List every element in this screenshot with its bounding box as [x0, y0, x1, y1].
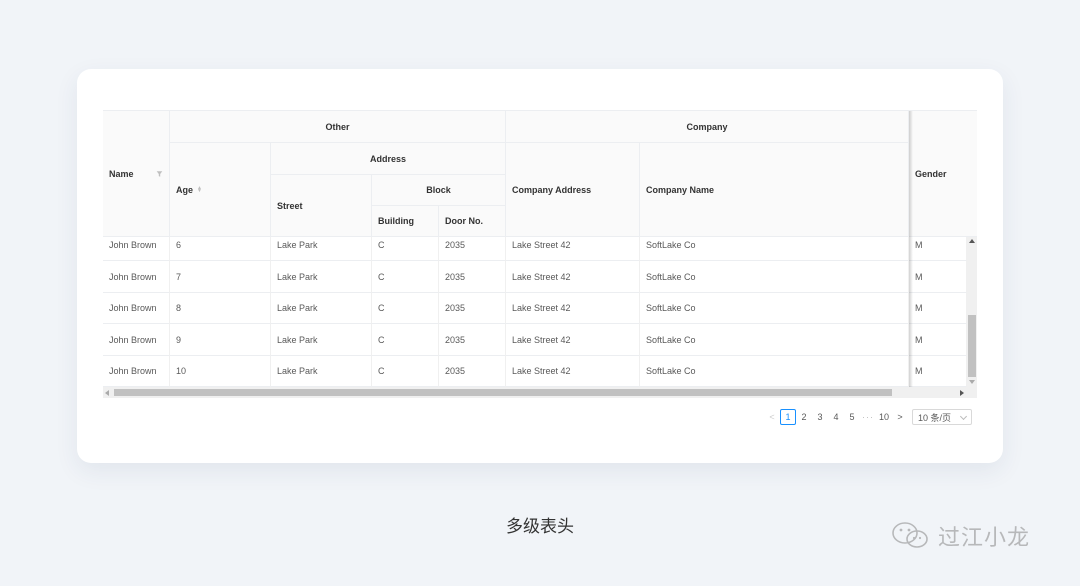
cell-age: 9	[170, 324, 271, 356]
header-street-label: Street	[277, 200, 303, 211]
header-company-address: Company Address	[506, 143, 640, 237]
header-company-label: Company	[686, 121, 728, 132]
cell-street: Lake Park	[271, 261, 372, 293]
cell-age: 8	[170, 293, 271, 324]
cell-building: C	[372, 261, 439, 293]
cell-name: John Brown	[103, 261, 170, 293]
cell-door-no: 2035	[439, 261, 506, 293]
cell-company-name: SoftLake Co	[640, 356, 909, 387]
cell-company-address: Lake Street 42	[506, 324, 640, 356]
header-block-label: Block	[426, 185, 451, 195]
scroll-down-icon[interactable]	[969, 380, 975, 384]
cell-door-no: 2035	[439, 293, 506, 324]
wechat-icon	[892, 522, 928, 548]
chevron-down-icon	[959, 412, 968, 421]
cell-door-no: 2035	[439, 237, 506, 261]
cell-company-address: Lake Street 42	[506, 261, 640, 293]
cell-building: C	[372, 293, 439, 324]
cell-street: Lake Park	[271, 237, 372, 261]
header-company-name: Company Name	[640, 143, 909, 237]
page-size-select[interactable]: 10 条/页	[912, 409, 972, 425]
page-4-button[interactable]: 4	[828, 409, 844, 425]
cell-street: Lake Park	[271, 356, 372, 387]
header-name-label: Name	[109, 168, 134, 179]
horizontal-scroll-thumb[interactable]	[114, 389, 892, 396]
cell-name: John Brown	[103, 356, 170, 387]
page-last-button[interactable]: 10	[876, 409, 892, 425]
page-5-button[interactable]: 5	[844, 409, 860, 425]
header-building-label: Building	[378, 216, 414, 226]
header-company-address-label: Company Address	[512, 184, 592, 195]
header-street: Street	[271, 175, 372, 237]
header-building: Building	[372, 206, 439, 237]
header-address-label: Address	[369, 153, 406, 164]
cell-building: C	[372, 356, 439, 387]
header-address: Address	[271, 143, 506, 175]
header-other-label: Other	[325, 121, 350, 132]
cell-age: 7	[170, 261, 271, 293]
page-1-button[interactable]: 1	[780, 409, 796, 425]
header-block: Block	[372, 175, 506, 206]
header-name[interactable]: Name	[103, 111, 170, 237]
cell-name: John Brown	[103, 237, 170, 261]
horizontal-scrollbar[interactable]	[103, 387, 977, 398]
page-3-button[interactable]: 3	[812, 409, 828, 425]
cell-door-no: 2035	[439, 356, 506, 387]
cell-door-no: 2035	[439, 324, 506, 356]
cell-company-name: SoftLake Co	[640, 293, 909, 324]
header-door-no-label: Door No.	[445, 216, 483, 226]
cell-company-name: SoftLake Co	[640, 324, 909, 356]
cell-company-address: Lake Street 42	[506, 237, 640, 261]
cell-company-name: SoftLake Co	[640, 237, 909, 261]
watermark-text: 过江小龙	[938, 526, 1031, 551]
fixed-column-shadow	[909, 111, 913, 387]
header-other: Other	[170, 111, 506, 143]
cell-gender: M	[909, 293, 967, 324]
scroll-up-icon[interactable]	[969, 239, 975, 243]
cell-gender: M	[909, 237, 967, 261]
header-age[interactable]: Age ▲ ▼	[170, 143, 271, 237]
cell-gender: M	[909, 324, 967, 356]
cell-company-address: Lake Street 42	[506, 356, 640, 387]
pagination: < 1 2 3 4 5 ··· 10 > 10 条/页	[764, 409, 972, 425]
scroll-right-icon[interactable]	[960, 390, 964, 396]
cell-building: C	[372, 324, 439, 356]
header-gender: Gender	[909, 111, 977, 237]
page-size-value: 10 条/页	[918, 412, 952, 423]
header-company: Company	[506, 111, 909, 143]
header-company-name-label: Company Name	[646, 184, 715, 195]
cell-name: John Brown	[103, 324, 170, 356]
cell-age: 6	[170, 237, 271, 261]
cell-name: John Brown	[103, 293, 170, 324]
prev-page-button[interactable]: <	[764, 409, 780, 425]
cell-gender: M	[909, 261, 967, 293]
cell-street: Lake Park	[271, 293, 372, 324]
filter-icon[interactable]	[156, 170, 163, 177]
cell-building: C	[372, 237, 439, 261]
jump-next-ellipsis[interactable]: ···	[860, 409, 876, 425]
page-2-button[interactable]: 2	[796, 409, 812, 425]
cell-street: Lake Park	[271, 324, 372, 356]
watermark: 过江小龙	[890, 520, 1030, 552]
cell-company-name: SoftLake Co	[640, 261, 909, 293]
header-gender-label: Gender	[915, 168, 947, 179]
cell-company-address: Lake Street 42	[506, 293, 640, 324]
multi-level-header-table: Name Other Age ▲ ▼ Address Street Block B…	[103, 110, 977, 398]
vertical-scroll-thumb[interactable]	[968, 315, 976, 377]
header-door-no: Door No.	[439, 206, 506, 237]
vertical-scrollbar[interactable]	[967, 237, 977, 387]
scroll-left-icon[interactable]	[105, 390, 109, 396]
header-age-label: Age	[176, 184, 194, 195]
cell-age: 10	[170, 356, 271, 387]
next-page-button[interactable]: >	[892, 409, 908, 425]
cell-gender: M	[909, 356, 967, 387]
sort-icon[interactable]: ▲ ▼	[197, 185, 202, 193]
